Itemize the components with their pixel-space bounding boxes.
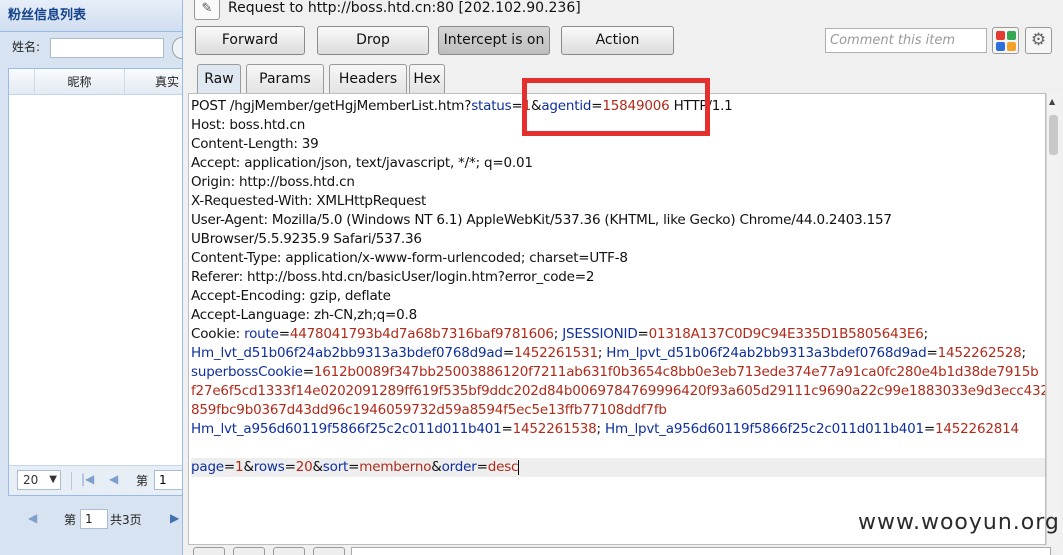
page-size-select[interactable]: 20 ▼ <box>17 470 61 490</box>
previous-match-button[interactable] <box>233 547 265 555</box>
body-param-value: 20 <box>295 459 313 475</box>
first-page-icon[interactable]: |◀ <box>81 472 94 486</box>
text-cursor <box>518 459 520 475</box>
header-line: X-Requested-With: XMLHttpRequest <box>191 193 427 209</box>
pager-divider <box>71 472 72 490</box>
fans-grid: 昵称 真实 20 ▼ |◀ ◀ 第 1 <box>8 68 182 496</box>
raw-request-text: POST /hgjMember/getHgjMemberList.htm?sta… <box>191 97 1046 477</box>
cookie-key: superbossCookie <box>191 364 303 380</box>
cookie-line: f27e6f5cd1333f14e0202091289ff619f535bf9d… <box>191 382 1046 401</box>
nickname-column-header[interactable]: 昵称 <box>35 69 125 95</box>
name-label: 姓名: <box>12 40 41 54</box>
header-line: Origin: http://boss.htd.cn <box>191 174 355 190</box>
prev-page-icon[interactable]: ◀ <box>28 511 37 525</box>
cookie-label: Cookie: <box>191 326 245 342</box>
request-header: ✎ Request to http://boss.htd.cn:80 [202.… <box>183 0 1063 20</box>
param-key: status <box>471 98 512 114</box>
page-label: 第 <box>64 513 77 527</box>
cookie-value: 1452261538 <box>512 421 597 437</box>
name-input[interactable] <box>50 38 164 58</box>
cookie-key: Hm_lpvt_a956d60119f5866f25c2c011d011b401 <box>605 421 924 437</box>
header-line: User-Agent: Mozilla/5.0 (Windows NT 6.1)… <box>191 212 892 228</box>
header-line: Accept: application/json, text/javascrip… <box>191 155 533 171</box>
fans-list-panel: 粉丝信息列表 姓名: 昵称 真实 20 ▼ |◀ ◀ 第 1 ◀ 第 1 共3页… <box>0 0 183 555</box>
comment-input[interactable]: Comment this item <box>825 28 987 53</box>
request-body-line: page=1&rows=20&sort=memberno&order=desc <box>191 458 1045 477</box>
cookie-value: 1452262528 <box>937 345 1022 361</box>
action-button[interactable]: Action <box>561 26 674 55</box>
body-param-key: page <box>191 459 224 475</box>
tab-headers[interactable]: Headers <box>329 64 407 93</box>
page-number-input[interactable]: 1 <box>80 509 108 529</box>
pencil-icon[interactable]: ✎ <box>194 0 220 20</box>
cookie-key: route <box>244 326 279 342</box>
forward-button[interactable]: Forward <box>195 26 305 55</box>
cookie-value: 859fbc9b0367d43dd96c1946059732d59a8594f5… <box>191 402 667 418</box>
panel-title: 粉丝信息列表 <box>0 0 182 32</box>
cookie-key: Hm_lpvt_d51b06f24ab2bb9313a3bdef0768d9ad <box>606 345 927 361</box>
highlight-color-button[interactable] <box>992 27 1019 54</box>
tab-raw[interactable]: Raw <box>197 64 241 93</box>
outer-pager: ◀ 第 1 共3页 ▶ <box>0 505 182 533</box>
cookie-line: Hm_lvt_d51b06f24ab2bb9313a3bdef0768d9ad=… <box>191 345 1026 361</box>
scroll-thumb[interactable] <box>1049 115 1058 155</box>
body-param-key: order <box>441 459 477 475</box>
page-number-input[interactable]: 1 <box>154 470 182 490</box>
add-button[interactable] <box>273 547 305 555</box>
body-param-value: 1 <box>235 459 244 475</box>
cookie-value: f27e6f5cd1333f14e0202091289ff619f535bf9d… <box>191 383 1046 399</box>
tab-hex[interactable]: Hex <box>409 64 445 93</box>
raw-request-editor[interactable]: POST /hgjMember/getHgjMemberList.htm?sta… <box>188 93 1046 545</box>
cookie-line: superbossCookie=1612b0089f347bb250038861… <box>191 364 1039 380</box>
page-size-value: 20 <box>23 473 39 487</box>
scroll-up-icon[interactable]: ▲ <box>1049 97 1055 106</box>
next-page-icon[interactable]: ▶ <box>170 511 179 525</box>
header-line: UBrowser/5.5.9235.9 Safari/537.36 <box>191 231 422 247</box>
intercept-toggle-button[interactable]: Intercept is on <box>438 26 550 55</box>
cookie-line: Hm_lvt_a956d60119f5866f25c2c011d011b401=… <box>191 421 1019 437</box>
header-line: Content-Length: 39 <box>191 136 319 152</box>
tab-params[interactable]: Params <box>246 64 324 93</box>
request-title: Request to http://boss.htd.cn:80 [202.10… <box>228 0 581 16</box>
realname-column-header[interactable]: 真实 <box>155 69 179 95</box>
row-number-header <box>9 69 35 95</box>
body-param-value: memberno <box>359 459 432 475</box>
gear-icon[interactable]: ⚙ <box>1025 27 1052 54</box>
cookie-key: JSESSIONID <box>562 326 638 342</box>
watermark: www.wooyun.org <box>858 510 1060 535</box>
body-param-key: sort <box>322 459 349 475</box>
cookie-key: Hm_lvt_d51b06f24ab2bb9313a3bdef0768d9ad <box>191 345 503 361</box>
header-line: Accept-Encoding: gzip, deflate <box>191 288 391 304</box>
grid-pager: 20 ▼ |◀ ◀ 第 1 <box>9 465 182 495</box>
cookie-value: 1452261531 <box>513 345 598 361</box>
body-param-key: rows <box>253 459 285 475</box>
page-label: 第 <box>136 474 149 488</box>
agentid-highlight-box <box>522 78 710 136</box>
cookie-value: 01318A137C0D9C94E335D1B5805643E6 <box>648 326 924 342</box>
help-button[interactable] <box>193 547 225 555</box>
editor-scrollbar[interactable]: ▲ <box>1046 93 1060 545</box>
chevron-down-icon: ▼ <box>49 474 57 485</box>
burp-intercept-panel: ✎ Request to http://boss.htd.cn:80 [202.… <box>183 0 1063 555</box>
body-param-value: desc <box>487 459 519 475</box>
search-button[interactable] <box>172 37 182 59</box>
drop-button[interactable]: Drop <box>317 26 429 55</box>
cookie-value: 1612b0089f347bb25003886120f7211ab631f0b3… <box>313 364 1039 380</box>
cookie-value: 1452262814 <box>935 421 1019 437</box>
cookie-line: 859fbc9b0367d43dd96c1946059732d59a8594f5… <box>191 401 1045 420</box>
header-line: Referer: http://boss.htd.cn/basicUser/lo… <box>191 269 595 285</box>
next-match-button[interactable] <box>313 547 345 555</box>
header-line: Accept-Language: zh-CN,zh;q=0.8 <box>191 307 418 323</box>
cookie-key: Hm_lvt_a956d60119f5866f25c2c011d011b401 <box>191 421 502 437</box>
cookie-line: Cookie: route=4478041793b4d7a68b7316baf9… <box>191 326 928 342</box>
grid-header: 昵称 真实 <box>9 69 182 95</box>
prev-page-icon[interactable]: ◀ <box>109 472 118 486</box>
search-input[interactable] <box>351 547 1051 555</box>
header-line: Content-Type: application/x-www-form-url… <box>191 250 628 266</box>
total-pages-label: 共3页 <box>110 513 142 527</box>
cookie-value: 4478041793b4d7a68b7316baf9781606 <box>289 326 554 342</box>
